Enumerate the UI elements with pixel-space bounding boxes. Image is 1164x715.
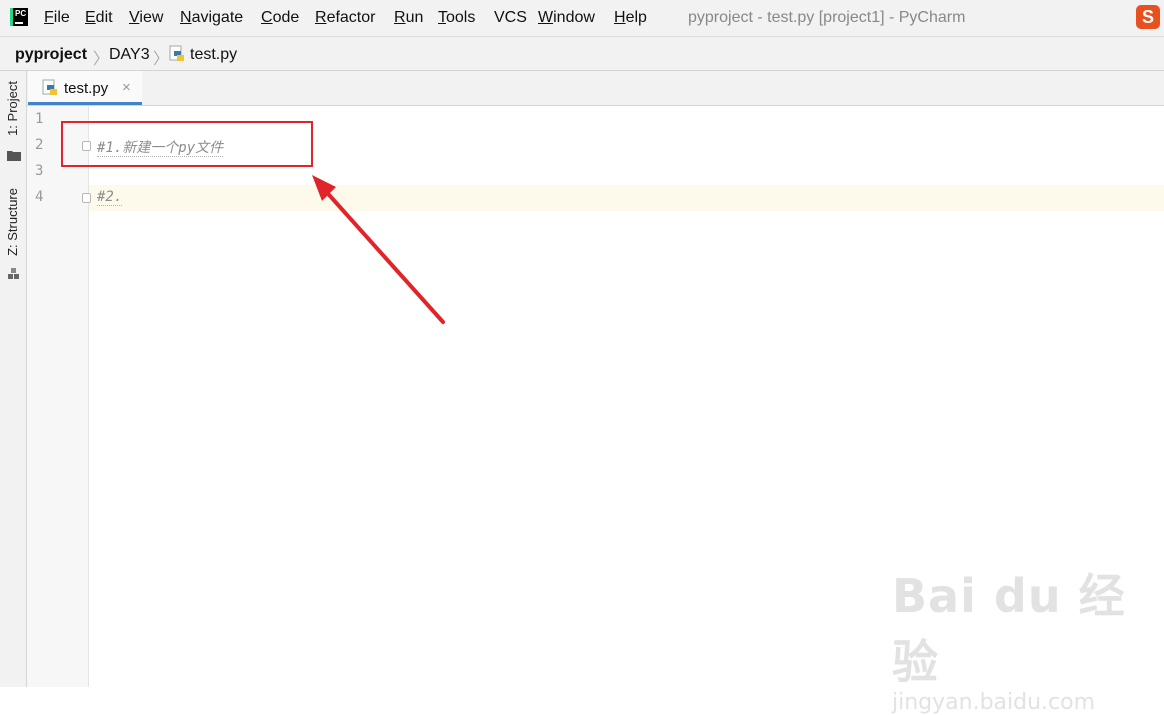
menu-help[interactable]: Help: [614, 9, 647, 27]
line-number: 2: [35, 137, 44, 153]
python-file-icon: [42, 79, 57, 95]
annotation-arrow-icon: [312, 175, 445, 324]
line-number: 1: [35, 111, 44, 127]
tab-label: test.py: [64, 80, 109, 97]
annotation-box: [61, 121, 313, 167]
menu-run[interactable]: Run: [394, 9, 423, 27]
tab-project[interactable]: 1: Project: [5, 81, 20, 136]
python-file-icon: [169, 45, 184, 61]
menu-view[interactable]: View: [129, 9, 163, 27]
ime-icon[interactable]: S: [1136, 5, 1160, 29]
logo-text: PC: [15, 9, 27, 18]
tab-structure[interactable]: Z: Structure: [5, 188, 20, 256]
tab-test-py[interactable]: test.py ×: [28, 71, 142, 105]
breadcrumb: pyproject 〉 DAY3 〉 test.py: [0, 36, 1164, 71]
menu-tools[interactable]: Tools: [438, 9, 475, 27]
line-number: 4: [35, 189, 44, 205]
line-number: 3: [35, 163, 44, 179]
close-icon[interactable]: ×: [122, 79, 131, 96]
fold-marker-icon[interactable]: [82, 193, 91, 203]
folder-icon[interactable]: [7, 149, 21, 161]
window-title: pyproject - test.py [project1] - PyCharm: [688, 9, 966, 26]
tool-window-strip: 1: Project Z: Structure: [0, 71, 27, 687]
structure-icon[interactable]: [8, 268, 20, 280]
menu-bar: PC File Edit View Navigate Code Refactor…: [0, 0, 1164, 36]
menu-window[interactable]: Window: [538, 9, 595, 27]
menu-navigate[interactable]: Navigate: [180, 9, 243, 27]
menu-refactor[interactable]: Refactor: [315, 9, 375, 27]
pycharm-logo-icon: PC: [10, 8, 28, 26]
breadcrumb-file[interactable]: test.py: [190, 46, 237, 64]
menu-code[interactable]: Code: [261, 9, 299, 27]
watermark-sub: jingyan.baidu.com: [892, 690, 1096, 715]
baidu-watermark: Bai du 经验 jingyan.baidu.com: [892, 560, 1164, 715]
chevron-right-icon: 〉: [93, 51, 110, 68]
line-number-gutter: 1 2 3 4: [27, 106, 89, 687]
menu-vcs[interactable]: VCS: [494, 9, 527, 27]
chevron-right-icon: 〉: [153, 51, 170, 68]
menu-file[interactable]: File: [44, 9, 70, 27]
breadcrumb-folder[interactable]: DAY3: [109, 46, 150, 64]
breadcrumb-project[interactable]: pyproject: [15, 46, 87, 64]
code-line-4[interactable]: #2.: [97, 189, 123, 206]
editor-tabs: test.py ×: [27, 71, 1164, 106]
menu-edit[interactable]: Edit: [85, 9, 113, 27]
watermark-main: Bai du 经验: [892, 569, 1126, 689]
current-line-highlight: [89, 185, 1164, 211]
